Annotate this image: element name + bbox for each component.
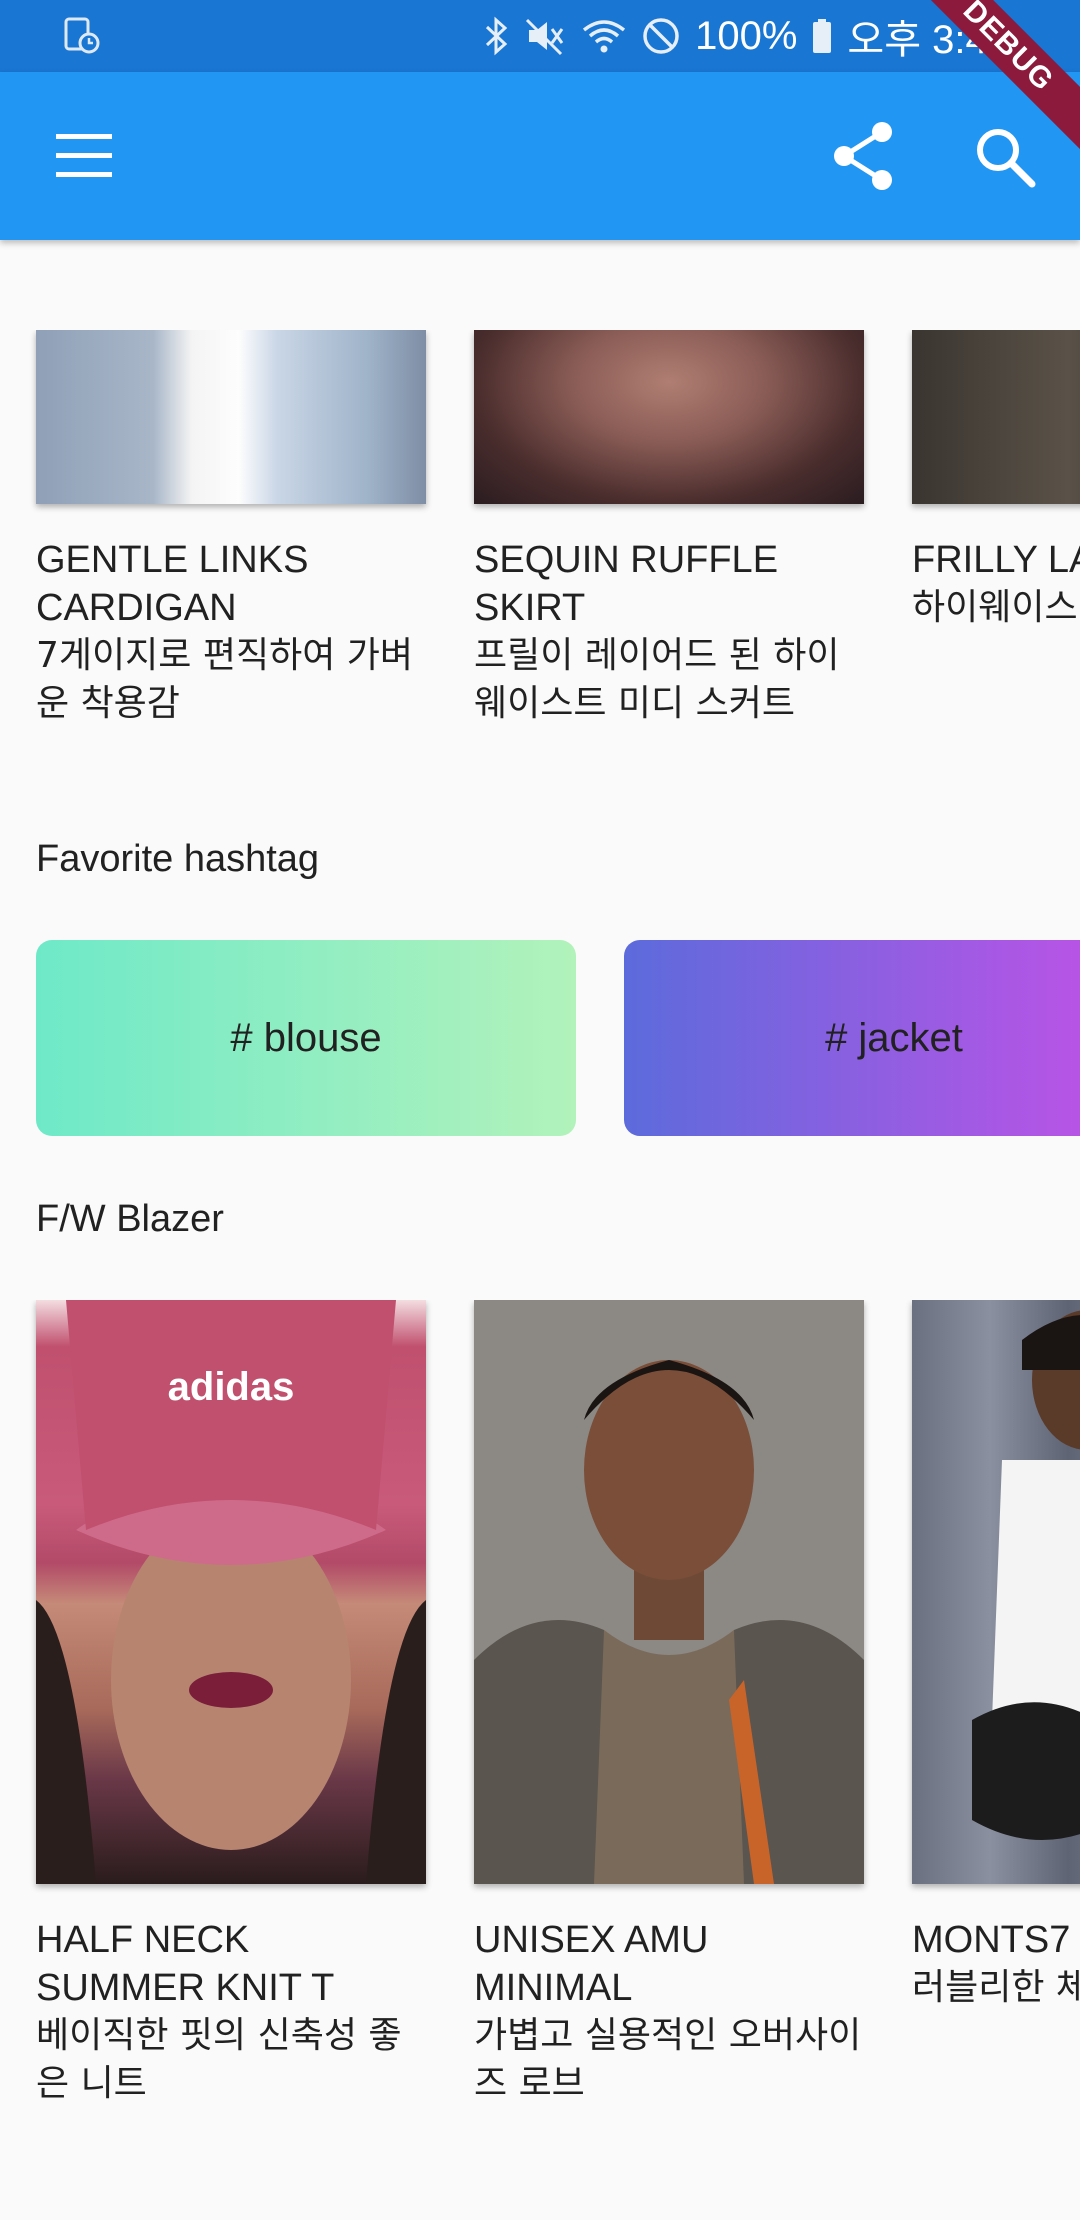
- battery-icon: [813, 19, 832, 53]
- product-title: HALF NECK SUMMER KNIT T: [36, 1919, 335, 2009]
- product-title: SEQUIN RUFFLE SKIRT: [474, 539, 779, 629]
- product-card[interactable]: UNISEX AMU MINIMAL 가볍고 실용적인 오버사이즈 로브: [474, 1300, 864, 2108]
- hashtag-jacket[interactable]: # jacket: [624, 940, 1080, 1136]
- product-image-frilly: [912, 330, 1080, 504]
- product-image-knit: adidas: [36, 1300, 426, 1884]
- wifi-icon: [583, 20, 626, 53]
- product-image-skirt: [474, 330, 864, 504]
- mute-icon: [526, 18, 564, 56]
- product-title: UNISEX AMU MINIMAL: [474, 1919, 709, 2009]
- product-description: 7게이지로 편직하여 가벼운 착용감: [36, 635, 413, 724]
- product-description: 러블리한 체크 블라우: [912, 1967, 1080, 2008]
- product-photo-illustration: [474, 1300, 864, 1884]
- product-image-check: [912, 1300, 1080, 1884]
- product-card[interactable]: adidas HALF NECK SUMMER KNIT T 베이직한 핏의 신…: [36, 1300, 426, 2108]
- favorite-hashtag-title: Favorite hashtag: [36, 838, 320, 880]
- product-card[interactable]: MONTS7 CHECK 러블리한 체크 블라우: [912, 1300, 1080, 2012]
- screenshot-notification-icon: [64, 17, 100, 54]
- product-photo-illustration: [972, 1310, 1080, 1840]
- product-card[interactable]: FRILLY LA 하이웨이스 스커트: [912, 330, 1080, 632]
- product-card[interactable]: SEQUIN RUFFLE SKIRT 프릴이 레이어드 된 하이웨이스트 미디…: [474, 330, 864, 728]
- battery-percent: 100%: [695, 13, 798, 58]
- bluetooth-icon: [486, 16, 508, 56]
- product-photo-illustration: adidas: [36, 1300, 426, 1884]
- product-description: 프릴이 레이어드 된 하이웨이스트 미디 스커트: [474, 635, 840, 724]
- svg-text:adidas: adidas: [168, 1365, 295, 1409]
- debug-banner-container: DEBUG: [880, 0, 1080, 200]
- product-title: MONTS7 CHECK: [912, 1919, 1080, 1961]
- hashtag-label: # jacket: [825, 1015, 963, 1060]
- hashtag-list[interactable]: # blouse # jacket: [0, 940, 1080, 1140]
- product-title: FRILLY LA: [912, 539, 1080, 581]
- product-description: 가볍고 실용적인 오버사이즈 로브: [474, 2015, 862, 2104]
- top-products-list[interactable]: GENTLE LINKS CARDIGAN 7게이지로 편직하여 가벼운 착용감…: [0, 330, 1080, 750]
- hashtag-label: # blouse: [230, 1015, 382, 1060]
- menu-icon[interactable]: [48, 126, 120, 186]
- do-not-disturb-icon: [643, 18, 679, 54]
- product-title: GENTLE LINKS CARDIGAN: [36, 539, 309, 629]
- product-card[interactable]: GENTLE LINKS CARDIGAN 7게이지로 편직하여 가벼운 착용감: [36, 330, 426, 728]
- blazer-products-list[interactable]: adidas HALF NECK SUMMER KNIT T 베이직한 핏의 신…: [0, 1300, 1080, 2120]
- product-image-cardigan: [36, 330, 426, 504]
- debug-banner: DEBUG: [886, 0, 1080, 168]
- product-image-robe: [474, 1300, 864, 1884]
- product-description: 베이직한 핏의 신축성 좋은 니트: [36, 2015, 402, 2104]
- product-description: 하이웨이스 스커트: [912, 587, 1080, 628]
- fw-blazer-title: F/W Blazer: [36, 1198, 224, 1240]
- hashtag-blouse[interactable]: # blouse: [36, 940, 576, 1136]
